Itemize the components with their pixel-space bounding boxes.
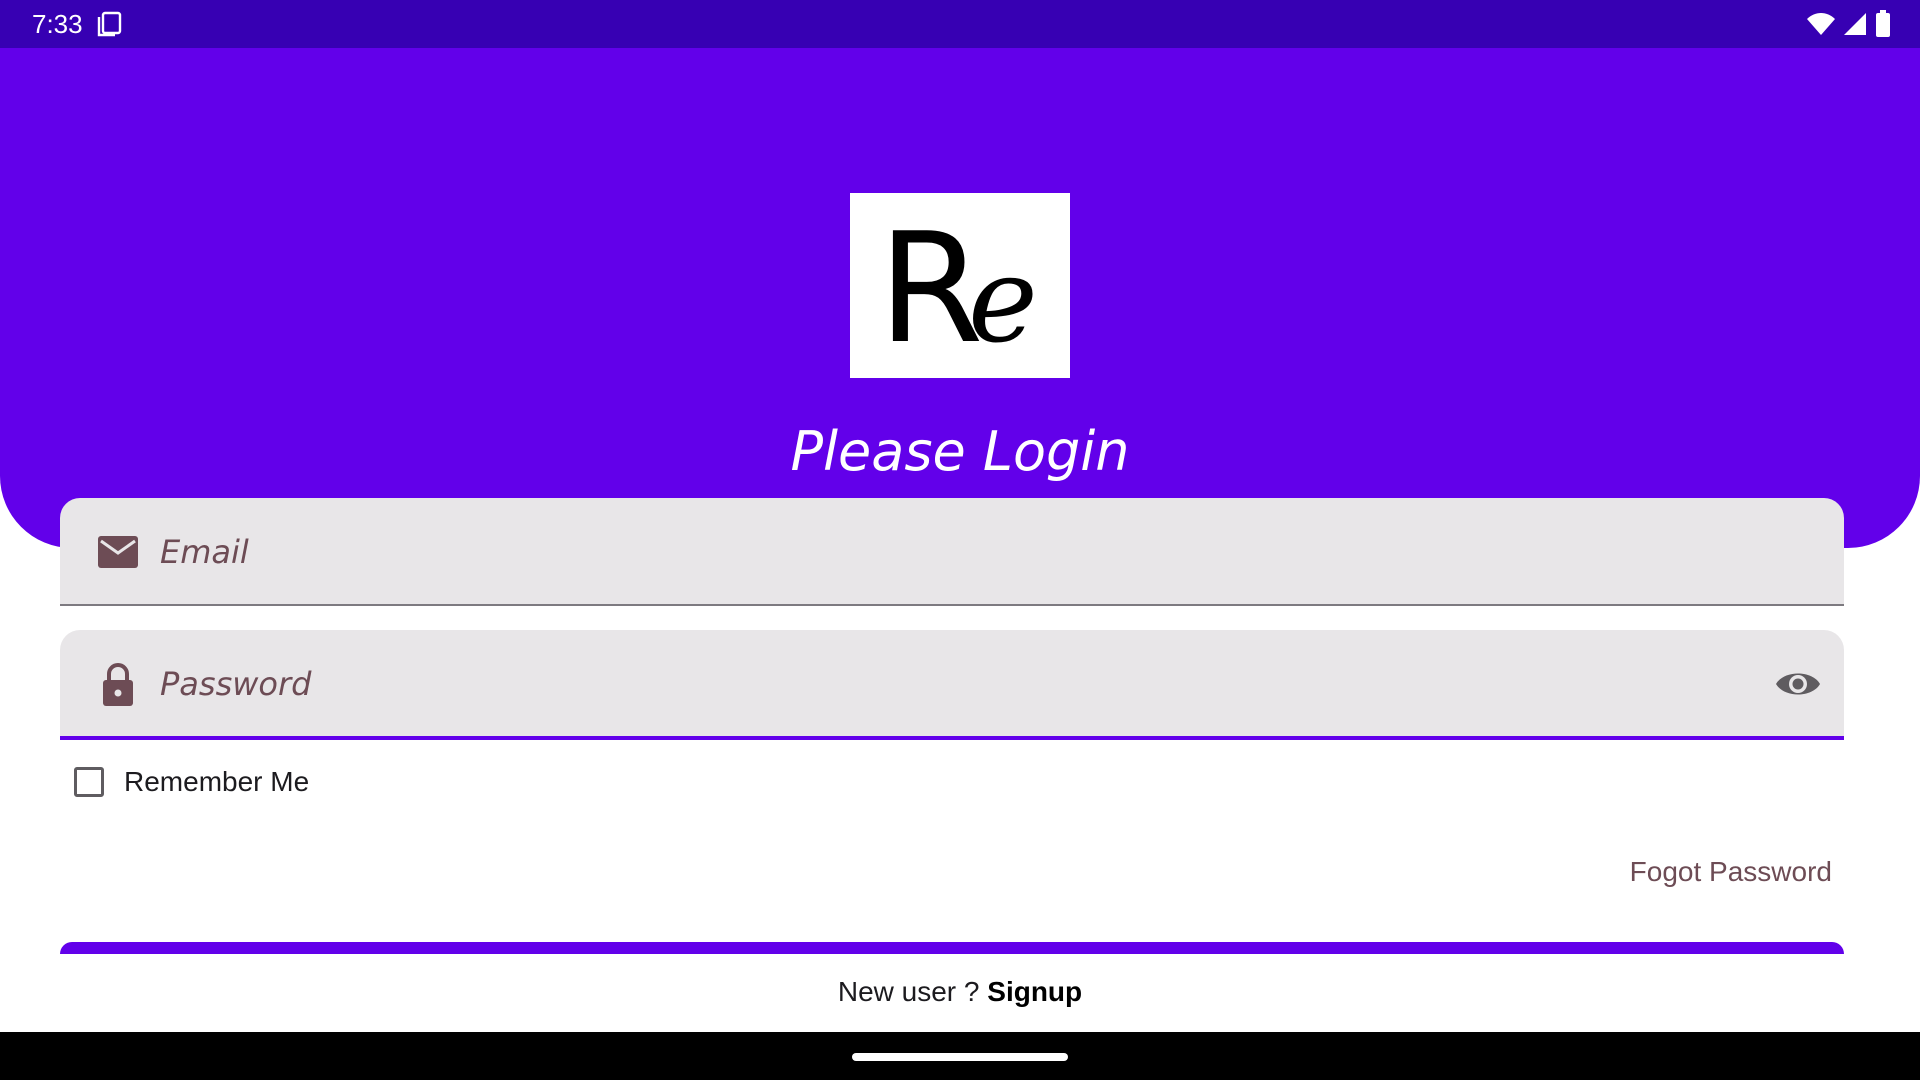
forgot-password-link[interactable]: Fogot Password xyxy=(1630,856,1832,888)
email-field[interactable] xyxy=(60,498,1844,606)
remember-me-checkbox[interactable] xyxy=(74,767,104,797)
lock-icon xyxy=(94,660,142,708)
page-title: Please Login xyxy=(790,420,1130,483)
signup-link[interactable]: Signup xyxy=(987,976,1082,1007)
svg-text:e: e xyxy=(968,231,1038,369)
eye-icon[interactable] xyxy=(1774,660,1822,708)
home-handle[interactable] xyxy=(852,1053,1068,1061)
header-banner: R e Please Login xyxy=(0,48,1920,548)
signal-icon xyxy=(1842,11,1868,42)
login-button[interactable] xyxy=(60,942,1844,954)
navigation-bar xyxy=(0,1032,1920,1080)
notification-icon xyxy=(96,11,122,37)
password-field[interactable] xyxy=(60,630,1844,740)
status-icons xyxy=(1806,10,1892,43)
svg-text:R: R xyxy=(878,200,980,377)
mail-icon xyxy=(94,528,142,576)
status-bar: 7:33 xyxy=(0,0,1920,48)
battery-icon xyxy=(1874,10,1892,43)
login-screen: 7:33 R e Please Login Email Remember Me … xyxy=(0,0,1920,1080)
remember-me-row[interactable]: Remember Me xyxy=(74,766,309,798)
signup-row: New user ? Signup xyxy=(0,976,1920,1008)
status-time: 7:33 xyxy=(32,9,83,39)
signup-prompt: New user ? xyxy=(837,976,988,1007)
email-input[interactable] xyxy=(160,498,1722,606)
password-input[interactable] xyxy=(160,630,1722,738)
app-logo: R e xyxy=(850,193,1070,378)
wifi-icon xyxy=(1806,11,1836,42)
remember-me-label: Remember Me xyxy=(124,766,310,797)
